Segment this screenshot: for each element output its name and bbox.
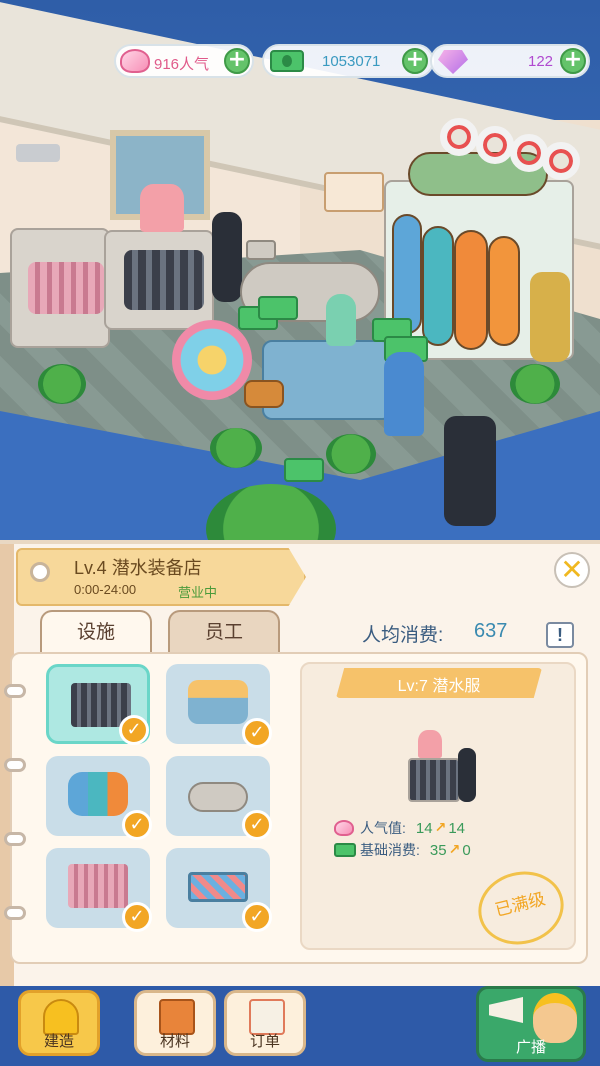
maxed-check-icon: ✓: [122, 902, 152, 932]
nav-materials-label: 材料: [159, 1033, 190, 1050]
binder-ring: [4, 832, 26, 846]
treasure-chest: [244, 380, 284, 408]
shop-clerk[interactable]: [326, 294, 356, 346]
surfboard-teal: [422, 226, 454, 346]
avg-spend-label: 人均消费:: [362, 625, 444, 646]
purple-gem-icon: [438, 50, 468, 74]
close-icon: ✕: [560, 553, 584, 586]
fish-painting-icon: [188, 872, 248, 902]
money-value: 1053071: [322, 53, 381, 70]
shop-scene[interactable]: [0, 0, 600, 560]
binder-ring: [4, 906, 26, 920]
maxed-check-icon: ✓: [242, 810, 272, 840]
facility-card-cashier-counter[interactable]: ✓: [166, 756, 272, 840]
shop-hours: 0:00-24:00: [74, 582, 137, 597]
register: [246, 240, 276, 260]
life-ring: [476, 126, 514, 164]
life-ring: [542, 142, 580, 180]
gem-value: 122: [528, 53, 554, 70]
swimsuit-rack: [28, 262, 104, 314]
potted-plant: [38, 364, 86, 404]
security-camera: [16, 144, 60, 162]
add-popularity-button[interactable]: +: [224, 48, 250, 74]
facility-card-gear-table[interactable]: ✓: [166, 664, 272, 748]
facility-card-wetsuit-rack[interactable]: ✓: [46, 664, 150, 745]
facility-card-fish-painting[interactable]: ✓: [166, 848, 272, 932]
nav-build-label: 建造: [43, 1033, 74, 1050]
potted-plant: [326, 434, 376, 474]
cashier-counter-icon: [188, 782, 248, 812]
coral-decoration: [140, 184, 184, 232]
gear-table[interactable]: [262, 340, 392, 420]
binder-ring: [4, 684, 26, 698]
swim-ring-stack[interactable]: [172, 320, 252, 400]
nav-build-button[interactable]: 建造: [18, 990, 100, 1056]
surfboard-orange-2: [488, 236, 520, 346]
nav-materials-button[interactable]: 材料: [134, 990, 216, 1056]
arrow-up-icon: ↗: [434, 820, 447, 836]
maxed-check-icon: ✓: [242, 718, 272, 748]
tab-facilities[interactable]: 设施: [40, 610, 152, 654]
gear-table-icon: [188, 680, 248, 724]
facility-card-surfboard-rack[interactable]: ✓: [46, 756, 152, 840]
popularity-value: 916人气: [154, 56, 210, 73]
money-note[interactable]: [258, 296, 298, 320]
info-button[interactable]: !: [546, 622, 574, 648]
maxed-check-icon: ✓: [119, 715, 149, 745]
life-ring: [440, 118, 478, 156]
diver-mannequin: [212, 212, 242, 302]
gem-counter: 122 +: [430, 44, 590, 78]
wetsuits: [124, 250, 204, 310]
base-spend-label: 基础消费:: [360, 842, 420, 858]
surfboard-orange: [454, 230, 488, 350]
detail-name: Lv:7 潜水服: [397, 678, 481, 695]
clothes-shelf-icon: [68, 864, 128, 908]
arrow-up-icon: ↗: [448, 842, 461, 858]
money-icon: [270, 50, 304, 72]
base-spend-bonus: 0: [462, 841, 471, 859]
maxed-check-icon: ✓: [242, 902, 272, 932]
close-button[interactable]: ✕: [554, 552, 590, 588]
nav-broadcast-button[interactable]: 广播: [476, 986, 586, 1062]
diver-character[interactable]: [444, 416, 496, 526]
facility-card-clothes-shelf[interactable]: ✓: [46, 848, 152, 932]
title-pin-icon: [30, 562, 50, 582]
money-small-icon: [334, 843, 356, 857]
nav-broadcast-label: 广播: [515, 1039, 546, 1056]
money-note[interactable]: [284, 458, 324, 482]
info-icon: !: [557, 625, 563, 645]
add-money-button[interactable]: +: [402, 48, 428, 74]
potted-plant: [210, 428, 262, 468]
nav-orders-label: 订单: [249, 1033, 280, 1050]
money-counter: 1053071 +: [262, 44, 434, 78]
base-spend-stat: 基础消费: 35 ↗ 0: [334, 840, 471, 860]
add-gem-button[interactable]: +: [560, 48, 586, 74]
binder-ring: [4, 758, 26, 772]
shop-status: 营业中: [178, 585, 218, 600]
shop-title: Lv.4 潜水装备店: [74, 558, 202, 578]
diving-suit-display: [530, 272, 570, 362]
surfboard-rack-icon: [68, 772, 128, 816]
popularity-stat: 人气值: 14 ↗ 14: [334, 818, 465, 838]
popularity-stat-value: 14: [415, 819, 433, 837]
avg-spend-value: 637: [474, 620, 508, 642]
nav-orders-button[interactable]: 订单: [224, 990, 306, 1056]
megaphone-icon: [489, 997, 523, 1023]
popularity-small-icon: [334, 820, 354, 836]
maxed-check-icon: ✓: [122, 810, 152, 840]
potted-plant: [510, 364, 560, 404]
customer[interactable]: [384, 352, 424, 436]
fish-sign: [324, 172, 384, 212]
popularity-stat-bonus: 14: [448, 819, 465, 837]
max-level-text: 已满级: [493, 889, 548, 920]
tab-staff[interactable]: 员工: [168, 610, 280, 654]
popularity-gem-icon: [120, 49, 150, 73]
base-spend-value: 35: [429, 841, 447, 859]
surfboard-blue: [392, 214, 422, 334]
wetsuit-rack-preview-icon: [404, 730, 484, 804]
popularity-stat-label: 人气值:: [360, 820, 406, 836]
popularity-counter: 916人气 +: [114, 44, 254, 78]
